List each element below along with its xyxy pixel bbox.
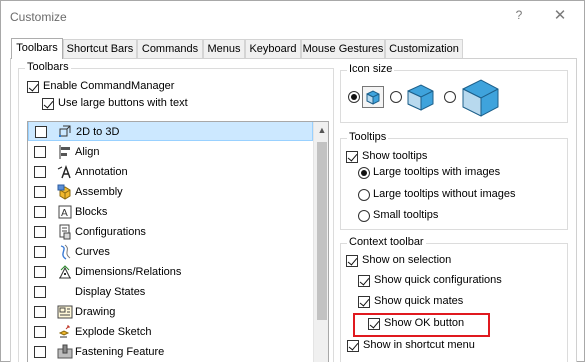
enable-commandmanager-checkbox[interactable]	[27, 81, 39, 93]
list-item-checkbox[interactable]	[34, 186, 46, 198]
scroll-up-arrow-icon[interactable]: ▲	[314, 122, 328, 138]
list-item-checkbox[interactable]	[34, 266, 46, 278]
list-item-label: 2D to 3D	[76, 126, 120, 138]
list-item-blocks[interactable]: A Blocks	[28, 202, 313, 222]
list-item-checkbox[interactable]	[34, 346, 46, 358]
title-bar[interactable]: Customize ? ✕	[1, 1, 585, 33]
list-item-checkbox[interactable]	[34, 246, 46, 258]
enable-commandmanager-label[interactable]: Enable CommandManager	[43, 80, 174, 92]
show-in-shortcut-menu-label[interactable]: Show in shortcut menu	[363, 339, 475, 351]
fastening-feature-icon	[57, 344, 73, 359]
list-item-label: Configurations	[75, 226, 146, 238]
list-item-explode-sketch[interactable]: Explode Sketch	[28, 322, 313, 342]
show-on-selection-label[interactable]: Show on selection	[362, 254, 451, 266]
toolbars-group-legend: Toolbars	[25, 61, 71, 73]
show-quick-configurations-label[interactable]: Show quick configurations	[374, 274, 502, 286]
icon-size-group-legend: Icon size	[347, 63, 395, 75]
assembly-icon	[57, 184, 71, 200]
list-item-dimensions-relations[interactable]: Dimensions/Relations	[28, 262, 313, 282]
svg-text:A: A	[61, 208, 68, 219]
icon-size-large-radio[interactable]	[444, 91, 456, 103]
list-item-checkbox[interactable]	[34, 226, 46, 238]
highlight-box	[353, 313, 490, 337]
list-item-label: Blocks	[75, 206, 108, 218]
list-item-checkbox[interactable]	[34, 206, 46, 218]
list-item-checkbox[interactable]	[35, 126, 47, 138]
show-quick-mates-checkbox[interactable]	[358, 296, 370, 308]
customize-dialog: Customize ? ✕ Toolbars Shortcut Bars Com…	[0, 0, 585, 362]
close-button[interactable]: ✕	[550, 6, 570, 26]
list-item-label: Dimensions/Relations	[75, 266, 182, 278]
list-item-label: Fastening Feature	[75, 346, 165, 358]
show-on-selection-checkbox[interactable]	[346, 255, 358, 267]
list-item-label: Display States	[75, 286, 146, 298]
large-tooltips-without-images-radio[interactable]	[358, 189, 370, 201]
list-item-curves[interactable]: Curves	[28, 242, 313, 262]
list-item-label: Drawing	[75, 306, 116, 318]
blocks-icon: A	[58, 205, 72, 219]
tab-toolbars[interactable]: Toolbars	[11, 38, 63, 59]
list-item-display-states[interactable]: Display States	[28, 282, 313, 302]
large-tooltips-with-images-radio[interactable]	[358, 167, 370, 179]
list-item-label: Assembly	[75, 186, 123, 198]
show-quick-configurations-checkbox[interactable]	[358, 275, 370, 287]
cube-medium-icon[interactable]	[404, 81, 436, 113]
large-tooltips-without-images-label[interactable]: Large tooltips without images	[373, 188, 515, 200]
explode-sketch-icon	[58, 325, 70, 338]
toolbars-list[interactable]: 2D to 3D Align Annotation Assembly A Blo…	[27, 121, 329, 362]
list-item-label: Explode Sketch	[75, 326, 152, 338]
small-tooltips-radio[interactable]	[358, 210, 370, 222]
tab-mouse-gestures[interactable]: Mouse Gestures	[301, 39, 385, 58]
context-toolbar-group-legend: Context toolbar	[347, 236, 426, 248]
show-quick-mates-label[interactable]: Show quick mates	[374, 295, 463, 307]
use-large-buttons-checkbox[interactable]	[42, 98, 54, 110]
list-item-assembly[interactable]: Assembly	[28, 182, 313, 202]
show-in-shortcut-menu-checkbox[interactable]	[347, 340, 359, 352]
list-item-label: Annotation	[75, 166, 128, 178]
curves-icon	[60, 244, 71, 260]
tab-keyboard[interactable]: Keyboard	[245, 39, 301, 58]
list-item-configurations[interactable]: Configurations	[28, 222, 313, 242]
large-tooltips-with-images-label[interactable]: Large tooltips with images	[373, 166, 500, 178]
small-tooltips-label[interactable]: Small tooltips	[373, 209, 438, 221]
list-item-label: Align	[75, 146, 100, 158]
drawing-icon	[57, 305, 73, 319]
list-item-checkbox[interactable]	[34, 146, 46, 158]
tab-commands[interactable]: Commands	[137, 39, 203, 58]
use-large-buttons-label[interactable]: Use large buttons with text	[58, 97, 188, 109]
list-item-checkbox[interactable]	[34, 306, 46, 318]
dimensions-relations-icon	[59, 265, 71, 279]
help-button[interactable]: ?	[511, 8, 527, 26]
list-item-drawing[interactable]: Drawing	[28, 302, 313, 322]
show-tooltips-checkbox[interactable]	[346, 151, 358, 163]
cube-large-icon[interactable]	[458, 75, 502, 119]
show-tooltips-label[interactable]: Show tooltips	[362, 150, 427, 162]
window-title: Customize	[10, 10, 67, 24]
tooltips-group-legend: Tooltips	[347, 131, 389, 143]
list-item-2d-to-3d[interactable]: 2D to 3D	[28, 122, 313, 141]
icon-size-small-radio[interactable]	[348, 91, 360, 103]
icon-size-medium-radio[interactable]	[390, 91, 402, 103]
tab-menus[interactable]: Menus	[203, 39, 245, 58]
2d-to-3d-icon	[59, 125, 71, 137]
tab-shortcut-bars[interactable]: Shortcut Bars	[63, 39, 137, 58]
annotation-icon	[57, 164, 71, 179]
configurations-icon	[59, 224, 71, 240]
list-item-checkbox[interactable]	[34, 166, 46, 178]
list-scrollbar[interactable]: ▲	[313, 122, 328, 362]
cube-small-icon[interactable]	[362, 86, 384, 108]
align-icon	[59, 145, 70, 159]
list-item-align[interactable]: Align	[28, 142, 313, 162]
tab-customization[interactable]: Customization	[385, 39, 463, 58]
scroll-thumb[interactable]	[317, 142, 327, 320]
list-item-fastening-feature[interactable]: Fastening Feature	[28, 342, 313, 362]
list-item-checkbox[interactable]	[34, 286, 46, 298]
list-item-label: Curves	[75, 246, 110, 258]
list-item-checkbox[interactable]	[34, 326, 46, 338]
list-item-annotation[interactable]: Annotation	[28, 162, 313, 182]
